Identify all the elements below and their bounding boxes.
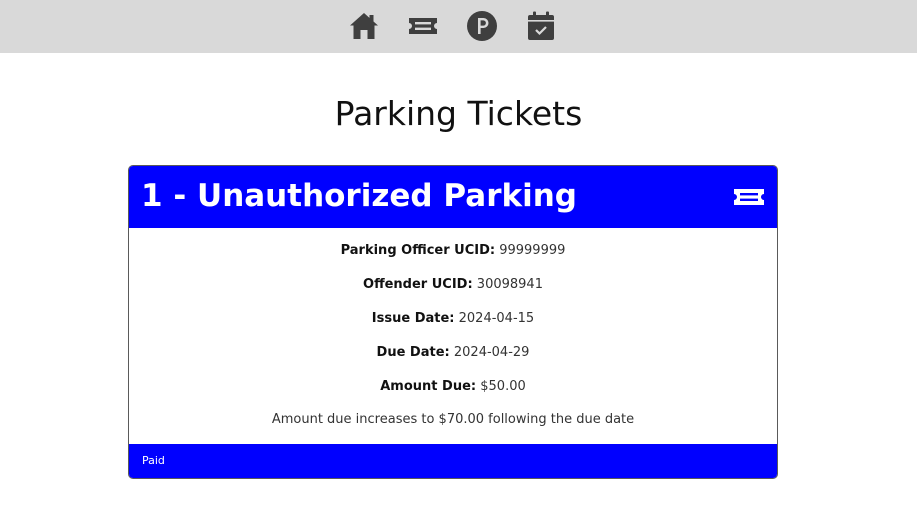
ticket-card: 1 - Unauthorized Parking Parking Officer… — [128, 165, 778, 479]
field-value: $50.00 — [480, 379, 526, 394]
field-label: Amount Due: — [380, 379, 477, 394]
officer-ucid-field: Parking Officer UCID: 99999999 — [129, 242, 777, 260]
field-value: 2024-04-15 — [458, 311, 535, 326]
home-icon[interactable] — [348, 10, 380, 42]
field-value: 99999999 — [499, 243, 566, 258]
top-navigation-bar — [0, 0, 917, 53]
field-label: Issue Date: — [371, 311, 455, 326]
field-label: Due Date: — [376, 345, 450, 360]
issue-date-field: Issue Date: 2024-04-15 — [129, 310, 777, 328]
field-value: 30098941 — [476, 277, 543, 292]
field-label: Offender UCID: — [363, 277, 473, 292]
status-badge: Paid — [142, 454, 165, 467]
ticket-card-body: Parking Officer UCID: 99999999 Offender … — [129, 228, 777, 444]
amount-due-field: Amount Due: $50.00 — [129, 378, 777, 396]
field-value: 2024-04-29 — [453, 345, 530, 360]
field-label: Parking Officer UCID: — [340, 243, 496, 258]
ticket-card-header: 1 - Unauthorized Parking — [129, 166, 777, 228]
page-title: Parking Tickets — [334, 94, 583, 133]
ticket-icon — [733, 183, 765, 211]
ticket-card-footer: Paid — [129, 444, 777, 478]
ticket-icon[interactable] — [407, 10, 439, 42]
offender-ucid-field: Offender UCID: 30098941 — [129, 276, 777, 294]
parking-icon[interactable] — [466, 10, 498, 42]
due-date-field: Due Date: 2024-04-29 — [129, 344, 777, 362]
ticket-title: 1 - Unauthorized Parking — [141, 178, 577, 214]
late-fee-note: Amount due increases to $70.00 following… — [271, 412, 635, 427]
calendar-check-icon[interactable] — [525, 10, 557, 42]
